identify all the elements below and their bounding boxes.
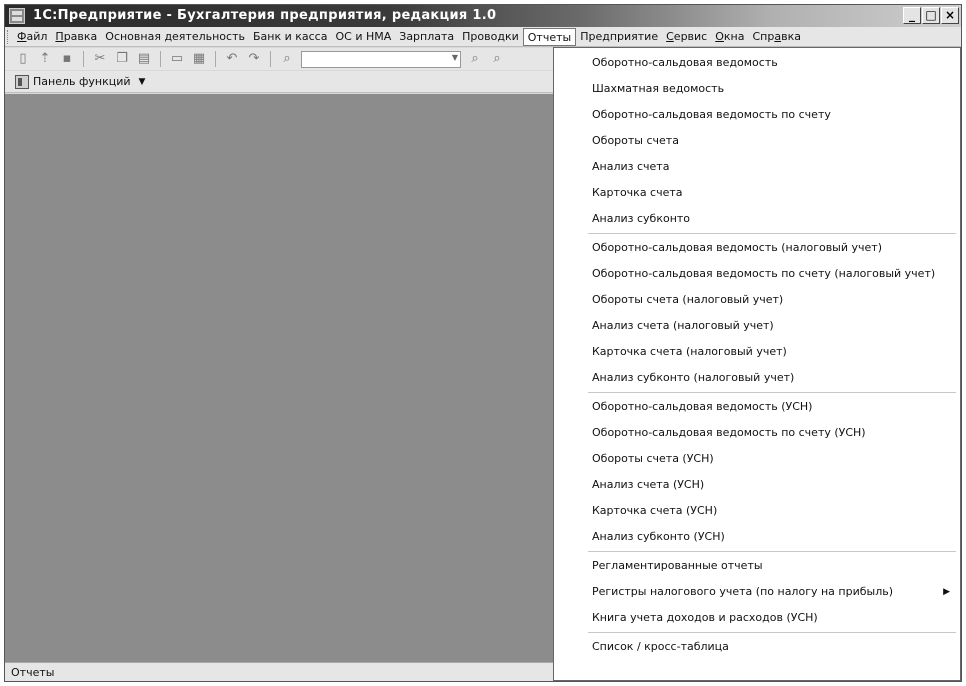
menu-item-tax-registers-label: Регистры налогового учета (по налогу на … bbox=[592, 585, 894, 598]
menu-item-account-analysis[interactable]: Анализ счета bbox=[554, 154, 960, 180]
panel-bar: Панель функций ▼ bbox=[5, 71, 553, 93]
menu-item-account-card-tax[interactable]: Карточка счета (налоговый учет) bbox=[554, 339, 960, 365]
chevron-down-icon[interactable]: ▼ bbox=[139, 77, 146, 87]
menu-service[interactable]: Сервис bbox=[662, 28, 711, 46]
find-next-icon[interactable]: ⌕ bbox=[467, 51, 483, 67]
menu-item-account-analysis-usn[interactable]: Анализ счета (УСН) bbox=[554, 472, 960, 498]
find-prev-icon[interactable]: ⌕ bbox=[489, 51, 505, 67]
menu-item-subconto-analysis-usn[interactable]: Анализ субконто (УСН) bbox=[554, 524, 960, 550]
print-icon[interactable]: ▭ bbox=[169, 51, 185, 67]
undo-icon[interactable]: ↶ bbox=[224, 51, 240, 67]
menu-main-activity[interactable]: Основная деятельность bbox=[101, 28, 249, 46]
menu-item-turnover[interactable]: Обороты счета bbox=[554, 128, 960, 154]
menu-item-account-card-usn[interactable]: Карточка счета (УСН) bbox=[554, 498, 960, 524]
close-button[interactable]: × bbox=[941, 7, 959, 24]
menu-item-account-card[interactable]: Карточка счета bbox=[554, 180, 960, 206]
menu-item-income-book[interactable]: Книга учета доходов и расходов (УСН) bbox=[554, 605, 960, 631]
menu-item-tax-registers[interactable]: Регистры налогового учета (по налогу на … bbox=[554, 579, 960, 605]
menu-separator bbox=[588, 551, 956, 552]
menu-separator bbox=[588, 632, 956, 633]
find-icon[interactable]: ⌕ bbox=[279, 51, 295, 67]
menu-item-osv-account-usn[interactable]: Оборотно-сальдовая ведомость по счету (У… bbox=[554, 420, 960, 446]
menu-item-osv[interactable]: Оборотно-сальдовая ведомость bbox=[554, 50, 960, 76]
menu-bar: Файл Правка Основная деятельность Банк и… bbox=[5, 27, 961, 47]
toolbar-separator bbox=[83, 51, 84, 67]
menu-separator bbox=[588, 392, 956, 393]
window-controls: _ □ × bbox=[903, 7, 959, 24]
toolbar: ▯ ⇡ ▪ ✂ ❐ ▤ ▭ ▦ ↶ ↷ ⌕ ▼ ⌕ ⌕ bbox=[5, 48, 553, 70]
search-combo[interactable]: ▼ bbox=[301, 50, 461, 68]
menu-entries[interactable]: Проводки bbox=[458, 28, 523, 46]
toolbar-separator bbox=[215, 51, 216, 67]
menu-fixed-assets[interactable]: ОС и НМА bbox=[331, 28, 395, 46]
save-icon[interactable]: ▪ bbox=[59, 51, 75, 67]
menu-item-subconto-analysis-tax[interactable]: Анализ субконто (налоговый учет) bbox=[554, 365, 960, 391]
window-title: 1С:Предприятие - Бухгалтерия предприятия… bbox=[33, 8, 497, 23]
reports-dropdown-menu: Оборотно-сальдовая ведомость Шахматная в… bbox=[553, 47, 961, 681]
menu-item-osv-usn[interactable]: Оборотно-сальдовая ведомость (УСН) bbox=[554, 394, 960, 420]
toolbar-separator bbox=[160, 51, 161, 67]
panel-icon bbox=[15, 74, 29, 89]
redo-icon[interactable]: ↷ bbox=[246, 51, 262, 67]
app-window: 1С:Предприятие - Бухгалтерия предприятия… bbox=[4, 4, 962, 682]
function-panel-button[interactable]: Панель функций ▼ bbox=[15, 74, 146, 89]
minimize-button[interactable]: _ bbox=[903, 7, 921, 24]
function-panel-label: Панель функций bbox=[33, 75, 131, 88]
menu-reports[interactable]: Отчеты bbox=[522, 27, 577, 46]
menu-item-osv-account[interactable]: Оборотно-сальдовая ведомость по счету bbox=[554, 102, 960, 128]
menu-file[interactable]: Файл bbox=[13, 28, 51, 46]
menu-edit[interactable]: Правка bbox=[51, 28, 101, 46]
title-bar[interactable]: 1С:Предприятие - Бухгалтерия предприятия… bbox=[5, 5, 961, 27]
menu-item-turnover-tax[interactable]: Обороты счета (налоговый учет) bbox=[554, 287, 960, 313]
menu-item-chess[interactable]: Шахматная ведомость bbox=[554, 76, 960, 102]
preview-icon[interactable]: ▦ bbox=[191, 51, 207, 67]
open-icon[interactable]: ⇡ bbox=[37, 51, 53, 67]
menu-salary[interactable]: Зарплата bbox=[395, 28, 458, 46]
menu-enterprise[interactable]: Предприятие bbox=[576, 28, 662, 46]
status-text: Отчеты bbox=[11, 666, 55, 679]
menu-windows[interactable]: Окна bbox=[711, 28, 748, 46]
menu-item-cross-table[interactable]: Список / кросс-таблица bbox=[554, 634, 960, 660]
menu-item-osv-account-tax[interactable]: Оборотно-сальдовая ведомость по счету (н… bbox=[554, 261, 960, 287]
menu-item-account-analysis-tax[interactable]: Анализ счета (налоговый учет) bbox=[554, 313, 960, 339]
menu-separator bbox=[588, 233, 956, 234]
menu-help[interactable]: Справка bbox=[748, 28, 804, 46]
menu-bank-cash[interactable]: Банк и касса bbox=[249, 28, 332, 46]
menu-item-turnover-usn[interactable]: Обороты счета (УСН) bbox=[554, 446, 960, 472]
cut-icon[interactable]: ✂ bbox=[92, 51, 108, 67]
paste-icon[interactable]: ▤ bbox=[136, 51, 152, 67]
submenu-arrow-icon: ▶ bbox=[943, 587, 950, 597]
menubar-grip[interactable] bbox=[7, 30, 10, 44]
menu-item-subconto-analysis[interactable]: Анализ субконто bbox=[554, 206, 960, 232]
app-icon[interactable] bbox=[9, 8, 25, 24]
copy-icon[interactable]: ❐ bbox=[114, 51, 130, 67]
maximize-button[interactable]: □ bbox=[922, 7, 940, 24]
new-document-icon[interactable]: ▯ bbox=[15, 51, 31, 67]
menu-item-osv-tax[interactable]: Оборотно-сальдовая ведомость (налоговый … bbox=[554, 235, 960, 261]
menu-item-regulated-reports[interactable]: Регламентированные отчеты bbox=[554, 553, 960, 579]
toolbar-separator bbox=[270, 51, 271, 67]
chevron-down-icon[interactable]: ▼ bbox=[452, 53, 458, 62]
